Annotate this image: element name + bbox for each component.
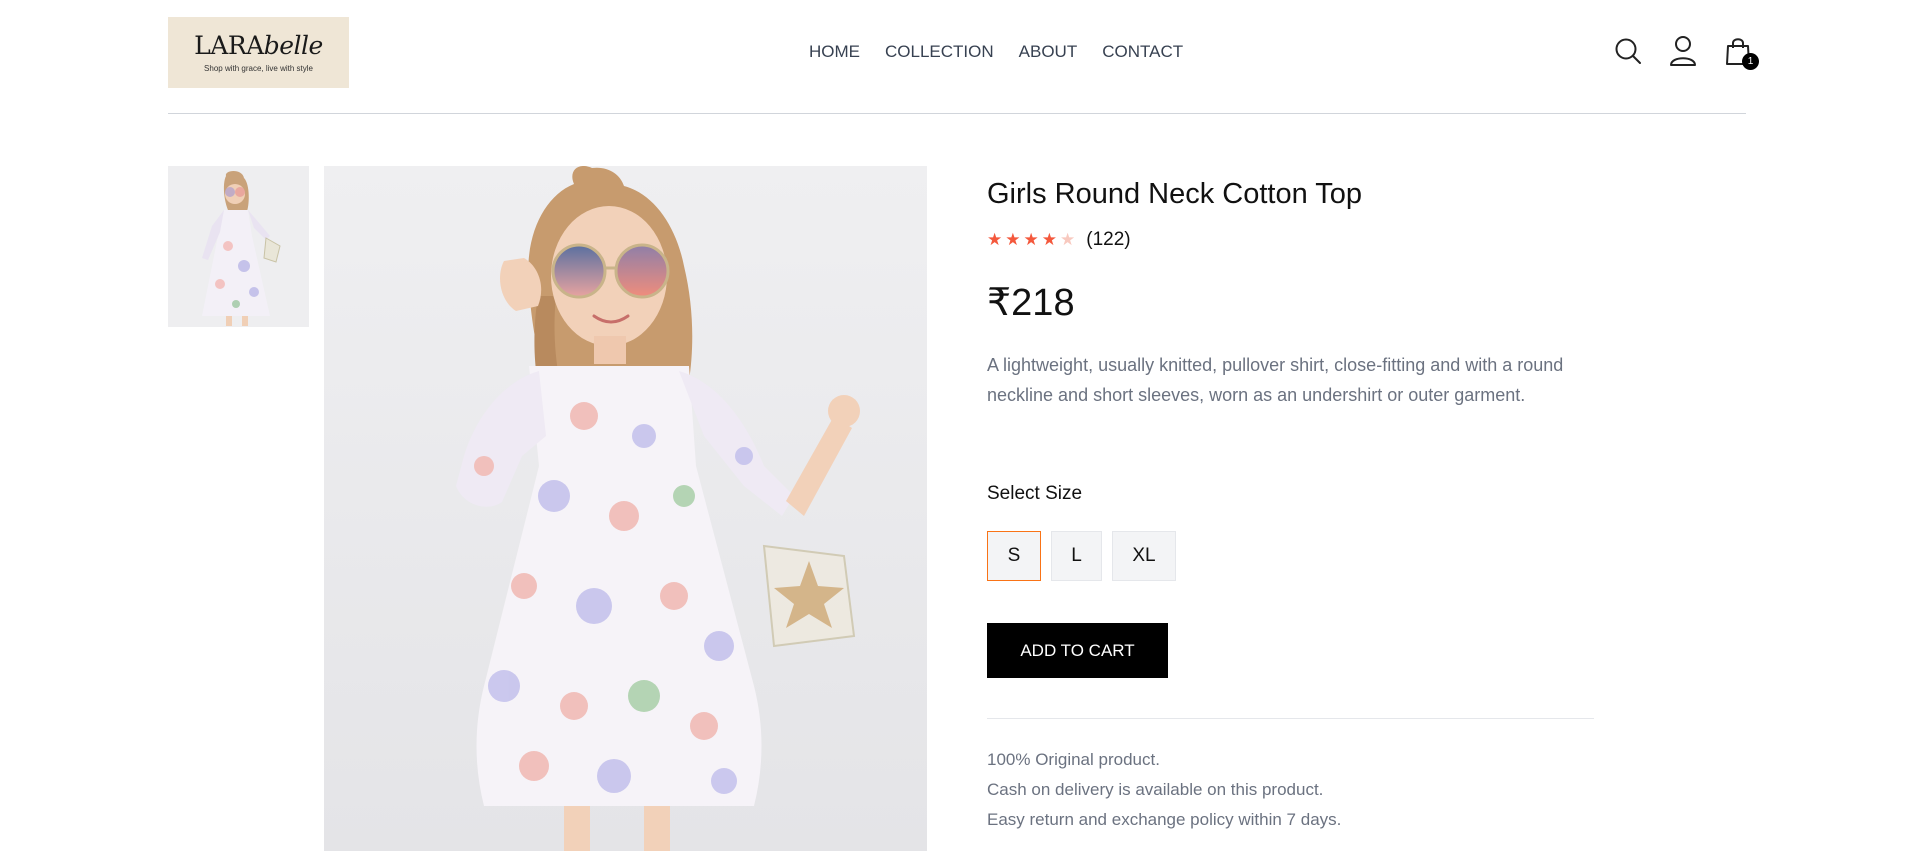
profile-button[interactable]	[1666, 34, 1700, 68]
nav-contact[interactable]: CONTACT	[1102, 42, 1183, 62]
product-description: A lightweight, usually knitted, pullover…	[987, 355, 1564, 405]
product-page: LARAbelle Shop with grace, live with sty…	[0, 0, 1905, 851]
star-filled-icon: ★	[1005, 229, 1021, 250]
note-returns: Easy return and exchange policy within 7…	[987, 810, 1342, 829]
product-rating: ★ ★ ★ ★ ★ (122)	[987, 229, 1131, 251]
brand-name: LARAbelle	[194, 33, 323, 58]
search-icon	[1615, 38, 1641, 64]
user-icon	[1670, 36, 1696, 66]
nav-collection[interactable]: COLLECTION	[885, 42, 994, 62]
main-image-illustration	[324, 166, 927, 851]
add-to-cart-button[interactable]: ADD TO CART	[987, 623, 1168, 678]
star-filled-icon: ★	[1041, 229, 1057, 250]
star-empty-icon: ★	[1060, 229, 1076, 250]
nav-home[interactable]: HOME	[809, 42, 860, 62]
star-filled-icon: ★	[987, 229, 1003, 250]
thumbnail-illustration	[168, 166, 309, 327]
brand-name-regular: LARA	[194, 30, 264, 60]
note-original: 100% Original product.	[987, 750, 1160, 769]
size-options: S L XL	[987, 531, 1186, 581]
brand-tagline: Shop with grace, live with style	[204, 63, 313, 73]
size-option-s[interactable]: S	[987, 531, 1041, 581]
cart-count-badge: 1	[1742, 53, 1759, 70]
product-notes: 100% Original product. Cash on delivery …	[987, 745, 1341, 835]
info-divider	[987, 718, 1594, 719]
nav-about[interactable]: ABOUT	[1019, 42, 1078, 62]
select-size-label: Select Size	[987, 483, 1083, 504]
main-nav: HOME COLLECTION ABOUT CONTACT	[809, 42, 1183, 62]
brand-logo[interactable]: LARAbelle Shop with grace, live with sty…	[168, 17, 349, 88]
star-filled-icon: ★	[1023, 229, 1039, 250]
product-main-image[interactable]	[324, 166, 927, 851]
header-divider	[168, 113, 1746, 114]
size-option-xl[interactable]: XL	[1112, 531, 1176, 581]
note-cod: Cash on delivery is available on this pr…	[987, 780, 1324, 799]
product-title: Girls Round Neck Cotton Top	[987, 178, 1363, 210]
search-button[interactable]	[1611, 34, 1645, 68]
cart-button[interactable]: 1	[1721, 34, 1759, 70]
review-count: (122)	[1086, 229, 1131, 250]
product-price: ₹218	[987, 282, 1075, 324]
product-thumbnail[interactable]	[168, 166, 309, 327]
size-option-l[interactable]: L	[1051, 531, 1102, 581]
brand-name-italic: belle	[263, 30, 324, 60]
